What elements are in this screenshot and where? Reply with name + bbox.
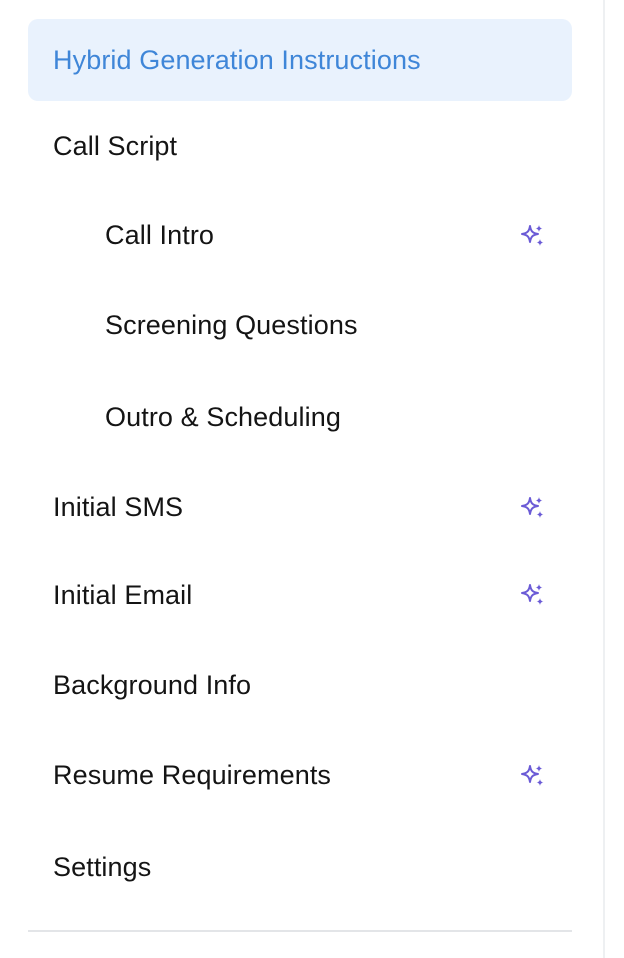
nav-item-call-script[interactable]: Call Script xyxy=(28,101,572,192)
nav-item-outro-scheduling[interactable]: Outro & Scheduling xyxy=(28,371,572,464)
nav-item-screening-questions[interactable]: Screening Questions xyxy=(28,279,572,371)
nav-item-initial-email[interactable]: Initial Email xyxy=(28,551,572,639)
nav-item-label: Background Info xyxy=(53,670,252,700)
nav-item-settings[interactable]: Settings xyxy=(28,819,572,915)
sidebar-right-border xyxy=(603,0,605,958)
nav-item-label: Hybrid Generation Instructions xyxy=(53,44,421,75)
nav-item-label: Settings xyxy=(53,851,152,882)
sidebar-panel: Hybrid Generation Instructions Call Scri… xyxy=(0,0,624,958)
sidebar-nav: Hybrid Generation Instructions Call Scri… xyxy=(28,19,572,915)
nav-item-label: Initial SMS xyxy=(53,492,184,522)
sparkle-icon xyxy=(521,584,544,605)
nav-item-label: Initial Email xyxy=(53,579,193,610)
nav-item-label: Call Intro xyxy=(105,220,215,250)
sparkle-icon xyxy=(521,224,544,246)
nav-item-resume-requirements[interactable]: Resume Requirements xyxy=(28,732,572,819)
sparkle-icon xyxy=(521,496,544,518)
nav-item-background-info[interactable]: Background Info xyxy=(28,639,572,732)
nav-item-label: Outro & Scheduling xyxy=(105,402,341,432)
nav-item-call-intro[interactable]: Call Intro xyxy=(28,192,572,279)
sidebar-divider xyxy=(28,930,572,932)
nav-item-initial-sms[interactable]: Initial SMS xyxy=(28,464,572,551)
nav-item-hybrid-generation-instructions[interactable]: Hybrid Generation Instructions xyxy=(28,19,572,101)
nav-item-label: Screening Questions xyxy=(105,309,358,340)
nav-item-label: Resume Requirements xyxy=(53,760,332,790)
sparkle-icon xyxy=(521,764,544,786)
nav-item-label: Call Script xyxy=(53,131,178,161)
